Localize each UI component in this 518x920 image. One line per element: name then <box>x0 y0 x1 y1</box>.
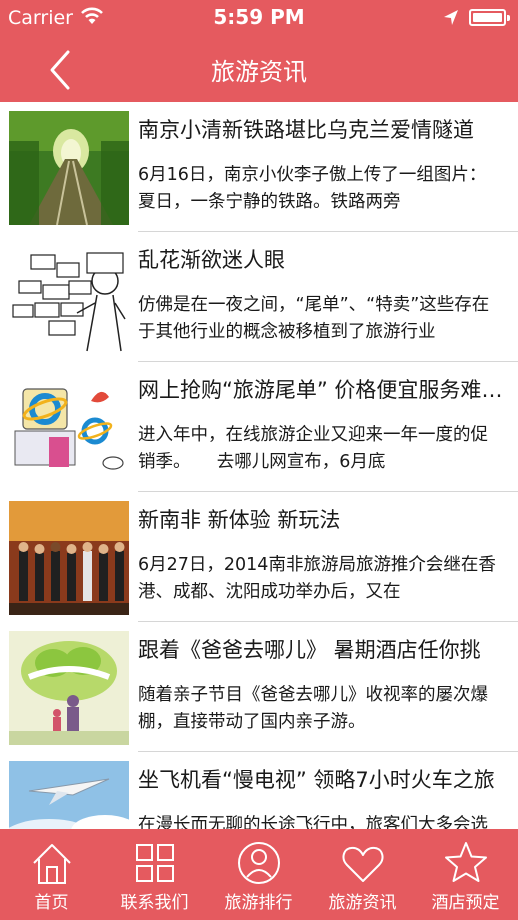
article-title: 南京小清新铁路堪比乌克兰爱情隧道 <box>138 118 474 142</box>
user-circle-icon <box>237 842 280 884</box>
article-thumbnail-railway <box>9 111 129 225</box>
article-title: 乱花渐欲迷人眼 <box>138 248 285 272</box>
article-summary: 进入年中，在线旅游企业又迎来一年一度的促销季。 去哪儿网宣布，6月底 <box>138 425 488 472</box>
tab-label: 旅游排行 <box>224 893 293 913</box>
article-item-south-africa[interactable]: 新南非 新体验 新玩法 6月27日，2014南非旅游局旅游推介会继在香港、成都、… <box>0 492 518 622</box>
tab-news[interactable]: 旅游资讯 <box>311 829 414 920</box>
article-thumbnail-airplane <box>9 761 129 829</box>
tab-label: 联系我们 <box>120 893 189 913</box>
article-thumbnail-event <box>9 501 129 615</box>
article-summary: 在漫长而无聊的长途飞行中，旅客们大多会选择看电影打发时间 <box>138 815 488 829</box>
article-title: 坐飞机看“慢电视” 领略7小时火车之旅 <box>138 768 495 792</box>
article-summary: 6月16日，南京小伙李子傲上传了一组图片：夏日，一条宁静的铁路。铁路两旁 <box>138 165 487 212</box>
article-summary: 仿佛是在一夜之间，“尾单”、“特卖”这些存在于其他行业的概念被移植到了旅游行业 <box>138 295 490 342</box>
battery-level <box>473 13 502 22</box>
grid-icon <box>135 844 174 882</box>
article-thumbnail-family <box>9 631 129 745</box>
article-title: 新南非 新体验 新玩法 <box>138 508 341 532</box>
status-time: 5:59 PM <box>213 5 305 29</box>
location-arrow-icon <box>443 9 459 31</box>
article-item-tail-deals[interactable]: 网上抢购“旅游尾单” 价格便宜服务难保障 进入年中，在线旅游企业又迎来一年一度的… <box>0 362 518 492</box>
article-thumbnail-browser <box>9 371 129 485</box>
battery-icon <box>469 9 510 26</box>
status-bar: Carrier 5:59 PM <box>0 0 518 38</box>
tab-label: 旅游资讯 <box>328 893 397 913</box>
star-icon <box>444 842 487 882</box>
tab-home[interactable]: 首页 <box>0 829 103 920</box>
tab-contact[interactable]: 联系我们 <box>103 829 206 920</box>
article-item-flowers[interactable]: 乱花渐欲迷人眼 仿佛是在一夜之间，“尾单”、“特卖”这些存在于其他行业的概念被移… <box>0 232 518 362</box>
page-title: 旅游资讯 <box>211 58 307 86</box>
article-thumbnail-cartoon <box>9 241 129 355</box>
article-item-railway[interactable]: 南京小清新铁路堪比乌克兰爱情隧道 6月16日，南京小伙李子傲上传了一组图片：夏日… <box>0 102 518 232</box>
battery-tip <box>507 15 510 21</box>
article-item-slow-tv[interactable]: 坐飞机看“慢电视” 领略7小时火车之旅 在漫长而无聊的长途飞行中，旅客们大多会选… <box>0 752 518 829</box>
article-title: 跟着《爸爸去哪儿》 暑期酒店任你挑 <box>138 638 481 662</box>
home-icon <box>32 844 71 884</box>
navigation-bar: 旅游资讯 <box>0 38 518 102</box>
article-summary: 6月27日，2014南非旅游局旅游推介会继在香港、成都、沈阳成功举办后，又在 <box>138 555 496 602</box>
tab-label: 首页 <box>34 893 69 913</box>
heart-icon <box>342 846 383 882</box>
article-item-where-dad[interactable]: 跟着《爸爸去哪儿》 暑期酒店任你挑 随着亲子节目《爸爸去哪儿》收视率的屡次爆棚，… <box>0 622 518 752</box>
article-title: 网上抢购“旅游尾单” 价格便宜服务难保障 <box>138 378 508 402</box>
tab-bar: 首页 联系我们 旅游排行 旅游资讯 酒店预定 <box>0 829 518 920</box>
article-summary: 随着亲子节目《爸爸去哪儿》收视率的屡次爆棚，直接带动了国内亲子游。 <box>138 685 488 732</box>
article-list[interactable]: 南京小清新铁路堪比乌克兰爱情隧道 6月16日，南京小伙李子傲上传了一组图片：夏日… <box>0 102 518 829</box>
tab-ranking[interactable]: 旅游排行 <box>207 829 310 920</box>
tab-hotel[interactable]: 酒店预定 <box>414 829 517 920</box>
tab-label: 酒店预定 <box>431 893 500 913</box>
